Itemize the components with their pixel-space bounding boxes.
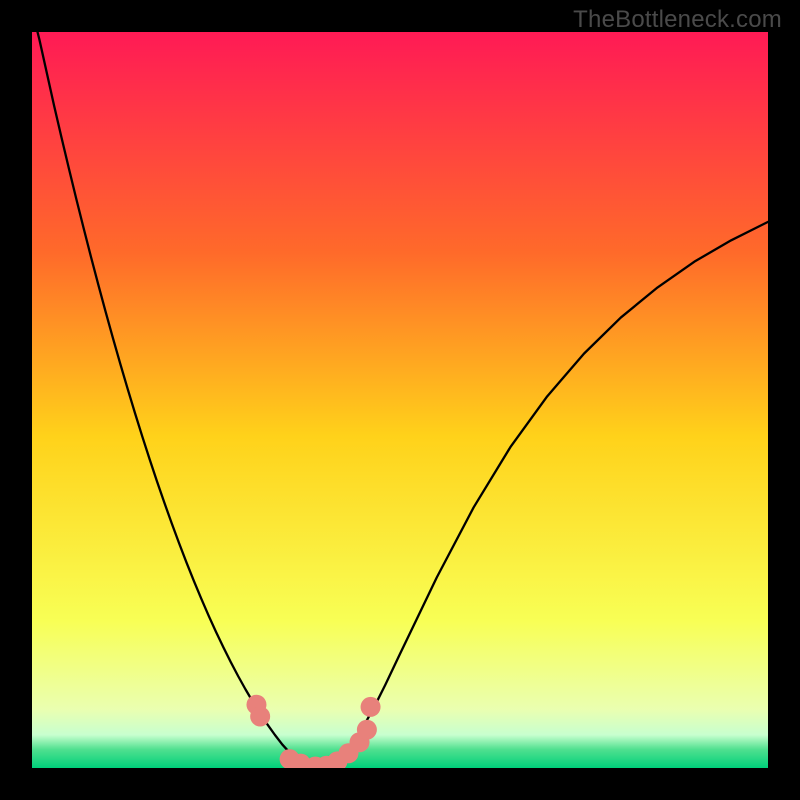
highlight-point: [357, 720, 377, 740]
watermark-text: TheBottleneck.com: [573, 6, 782, 34]
highlight-point: [250, 706, 270, 726]
chart-frame: TheBottleneck.com: [0, 0, 800, 800]
bottleneck-chart: [32, 32, 768, 768]
chart-background: [32, 32, 768, 768]
highlight-point: [361, 697, 381, 717]
